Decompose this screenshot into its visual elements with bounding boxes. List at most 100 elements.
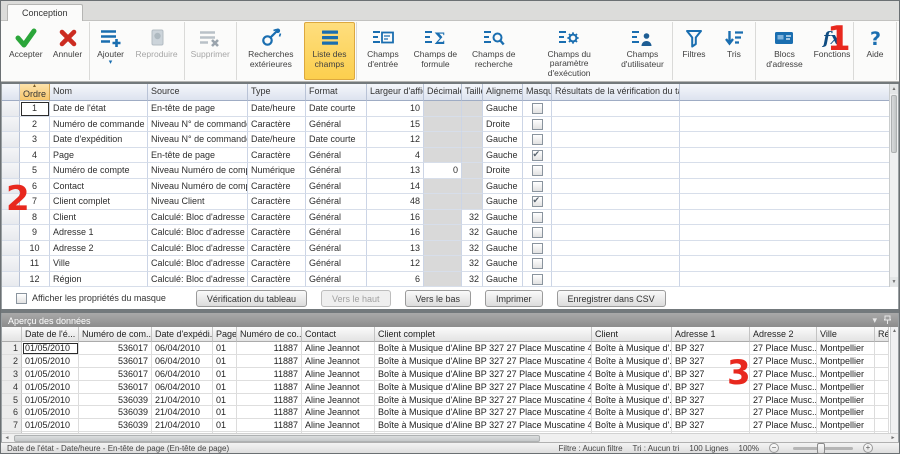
- field-col-header-format[interactable]: Format: [306, 84, 367, 101]
- zoom-slider-thumb[interactable]: [817, 443, 825, 454]
- field-cell-source[interactable]: Calculé: Bloc d'adresse: [148, 210, 248, 226]
- field-cell-taille[interactable]: 32: [462, 241, 483, 257]
- field-cell-masque[interactable]: [523, 256, 552, 272]
- field-cell-source[interactable]: En-tête de page: [148, 101, 248, 117]
- field-cell-alignement[interactable]: Gauche: [483, 256, 523, 272]
- field-cell-gutter[interactable]: [2, 225, 20, 241]
- field-cell-type[interactable]: Date/heure: [248, 101, 306, 117]
- field-col-header-taille[interactable]: Taille: [462, 84, 483, 101]
- preview-col-header-5[interactable]: Contact: [302, 327, 375, 342]
- field-cell-nom[interactable]: Date de l'état: [50, 101, 148, 117]
- field-cell-source[interactable]: Calculé: Bloc d'adresse: [148, 256, 248, 272]
- field-cell-alignement[interactable]: Gauche: [483, 225, 523, 241]
- field-cell-resultats[interactable]: [552, 132, 680, 148]
- field-cell-format[interactable]: Général: [306, 210, 367, 226]
- field-cell-source[interactable]: Niveau N° de commande: [148, 132, 248, 148]
- field-cell-largeur[interactable]: 13: [367, 163, 424, 179]
- field-cell-taille[interactable]: 32: [462, 272, 483, 288]
- toolbar-button-sorts[interactable]: Tris: [714, 22, 754, 80]
- field-cell-format[interactable]: Général: [306, 117, 367, 133]
- preview-col-header-3[interactable]: Page: [213, 327, 237, 342]
- toolbar-button-help[interactable]: ?Aide: [855, 22, 895, 80]
- field-col-header-largeur[interactable]: Largeur d'afficha: [367, 84, 424, 101]
- field-cell-type[interactable]: Caractère: [248, 148, 306, 164]
- field-grid-vertical-scrollbar[interactable]: ▲▼: [889, 84, 898, 287]
- field-cell-decimales[interactable]: [424, 194, 462, 210]
- preview-col-header-1[interactable]: Numéro de com...: [79, 327, 152, 342]
- field-cell-nom[interactable]: Numéro de commande: [50, 117, 148, 133]
- field-cell-masque[interactable]: [523, 210, 552, 226]
- field-cell-format[interactable]: Général: [306, 256, 367, 272]
- field-cell-resultats[interactable]: [552, 210, 680, 226]
- masque-checkbox[interactable]: [532, 196, 543, 207]
- show-mask-properties-checkbox[interactable]: [16, 293, 27, 304]
- field-cell-largeur[interactable]: 4: [367, 148, 424, 164]
- field-cell-type[interactable]: Caractère: [248, 194, 306, 210]
- field-cell-ordre[interactable]: 1: [20, 101, 50, 117]
- field-cell-decimales[interactable]: [424, 148, 462, 164]
- field-cell-nom[interactable]: Client: [50, 210, 148, 226]
- field-cell-ordre[interactable]: 2: [20, 117, 50, 133]
- scroll-right-icon[interactable]: ►: [888, 435, 898, 441]
- move-down-button[interactable]: Vers le bas: [405, 290, 472, 307]
- field-cell-gutter[interactable]: [2, 163, 20, 179]
- field-cell-format[interactable]: Général: [306, 194, 367, 210]
- field-cell-source[interactable]: Niveau N° de commande: [148, 117, 248, 133]
- field-cell-source[interactable]: Niveau Numéro de compte: [148, 163, 248, 179]
- masque-checkbox[interactable]: [532, 181, 543, 192]
- field-cell-masque[interactable]: [523, 241, 552, 257]
- scroll-left-icon[interactable]: ◄: [2, 435, 12, 441]
- field-cell-masque[interactable]: [523, 179, 552, 195]
- field-cell-format[interactable]: Général: [306, 272, 367, 288]
- tab-conception[interactable]: Conception: [7, 4, 83, 21]
- toolbar-button-exec-param-fields[interactable]: Champs du paramètre d'exécution: [524, 22, 614, 80]
- masque-checkbox[interactable]: [532, 274, 543, 285]
- field-cell-taille[interactable]: 32: [462, 256, 483, 272]
- field-cell-nom[interactable]: Date d'expédition: [50, 132, 148, 148]
- preview-row-number[interactable]: 3: [2, 368, 22, 381]
- field-cell-decimales[interactable]: [424, 241, 462, 257]
- field-cell-alignement[interactable]: Gauche: [483, 210, 523, 226]
- toolbar-button-filters[interactable]: Filtres: [674, 22, 714, 80]
- field-cell-gutter[interactable]: [2, 101, 20, 117]
- preview-col-header-4[interactable]: Numéro de co...: [237, 327, 302, 342]
- field-col-header-masque[interactable]: Masqué: [523, 84, 552, 101]
- field-cell-largeur[interactable]: 13: [367, 241, 424, 257]
- field-cell-resultats[interactable]: [552, 272, 680, 288]
- field-cell-type[interactable]: Caractère: [248, 225, 306, 241]
- preview-col-header-7[interactable]: Client: [592, 327, 672, 342]
- field-cell-masque[interactable]: [523, 101, 552, 117]
- field-cell-nom[interactable]: Page: [50, 148, 148, 164]
- field-cell-largeur[interactable]: 14: [367, 179, 424, 195]
- field-cell-masque[interactable]: [523, 194, 552, 210]
- field-cell-format[interactable]: Général: [306, 179, 367, 195]
- pin-icon[interactable]: [884, 315, 891, 326]
- preview-col-header-0[interactable]: Date de l'é...: [22, 327, 79, 342]
- field-cell-type[interactable]: Caractère: [248, 210, 306, 226]
- scrollbar-thumb[interactable]: [891, 95, 897, 153]
- field-col-header-ordre[interactable]: ▲Ordre: [20, 84, 50, 101]
- masque-checkbox[interactable]: [532, 227, 543, 238]
- scroll-up-icon[interactable]: ▲: [890, 84, 898, 94]
- field-cell-largeur[interactable]: 16: [367, 210, 424, 226]
- field-cell-source[interactable]: En-tête de page: [148, 148, 248, 164]
- field-cell-decimales[interactable]: [424, 132, 462, 148]
- field-cell-gutter[interactable]: [2, 272, 20, 288]
- move-up-button[interactable]: Vers le haut: [321, 290, 391, 307]
- field-cell-alignement[interactable]: Droite: [483, 163, 523, 179]
- field-cell-format[interactable]: Date courte: [306, 132, 367, 148]
- field-cell-nom[interactable]: Adresse 1: [50, 225, 148, 241]
- field-cell-source[interactable]: Niveau Numéro de compte: [148, 179, 248, 195]
- field-cell-ordre[interactable]: 12: [20, 272, 50, 288]
- field-cell-alignement[interactable]: Gauche: [483, 101, 523, 117]
- field-cell-masque[interactable]: [523, 132, 552, 148]
- field-cell-decimales[interactable]: [424, 256, 462, 272]
- field-cell-gutter[interactable]: [2, 148, 20, 164]
- preview-col-header-10[interactable]: Ville: [817, 327, 875, 342]
- field-cell-resultats[interactable]: [552, 241, 680, 257]
- field-cell-gutter[interactable]: [2, 256, 20, 272]
- field-cell-taille[interactable]: [462, 132, 483, 148]
- field-cell-largeur[interactable]: 15: [367, 117, 424, 133]
- field-cell-largeur[interactable]: 10: [367, 101, 424, 117]
- toolbar-button-search-fields[interactable]: Champs de recherche: [463, 22, 524, 80]
